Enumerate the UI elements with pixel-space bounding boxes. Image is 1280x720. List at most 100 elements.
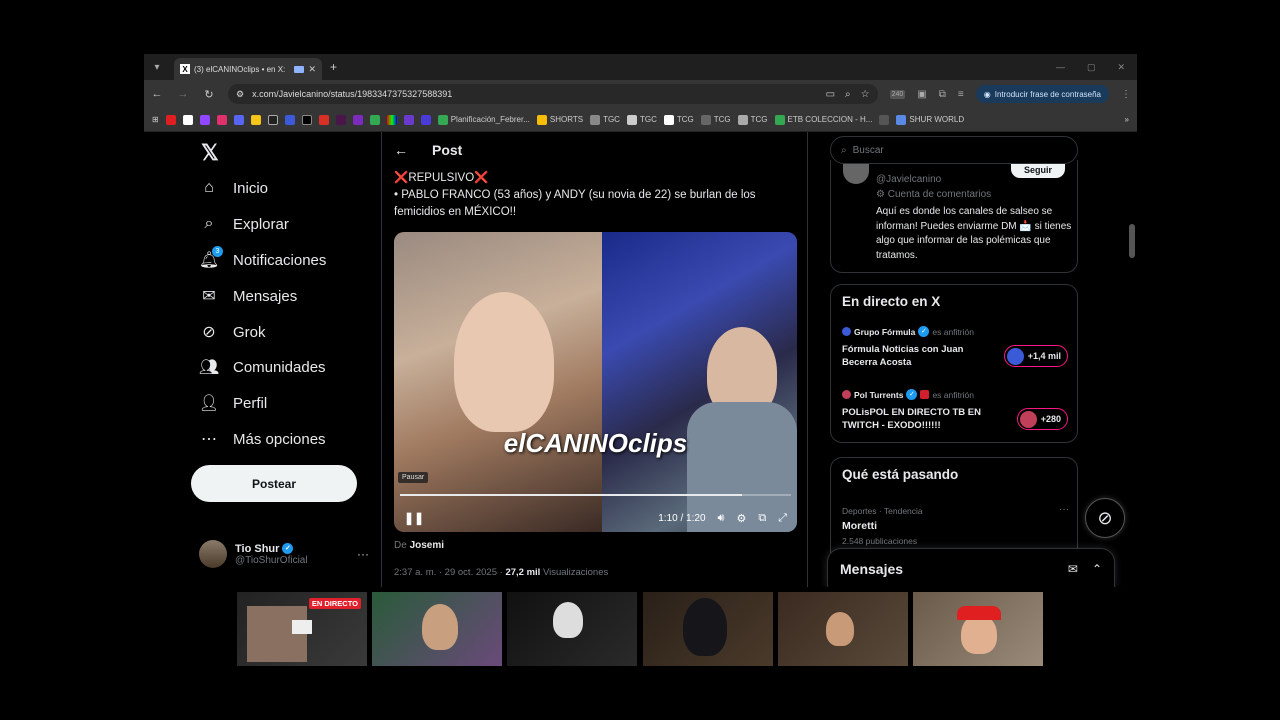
- fullscreen-icon[interactable]: ⤢: [778, 512, 787, 525]
- video-player[interactable]: elCANINOclips Pausar ❚❚ 1:10 / 1:20 🔊︎ ⚙…: [394, 232, 797, 532]
- video-progress[interactable]: [400, 494, 791, 496]
- bookmark-black-icon[interactable]: [301, 114, 312, 125]
- close-window-icon[interactable]: ✕: [1117, 62, 1125, 73]
- nav-communities[interactable]: 👥︎ Comunidades: [199, 357, 326, 377]
- live-listeners-pill[interactable]: +1,4 mil: [1003, 345, 1068, 367]
- tab-close-icon[interactable]: ✕: [308, 64, 316, 75]
- slack-icon[interactable]: [335, 114, 346, 125]
- password-button[interactable]: ◉ Introducir frase de contraseña: [975, 85, 1109, 103]
- bookmark-blue-icon[interactable]: [284, 114, 295, 125]
- browser-menu-icon[interactable]: ⋮: [1121, 89, 1131, 100]
- x-favicon-icon: X: [180, 64, 190, 74]
- nav-more[interactable]: ⋯ Más opciones: [199, 429, 326, 449]
- nav-communities-label: Comunidades: [233, 358, 326, 376]
- settings-icon[interactable]: ⚙: [736, 512, 746, 525]
- maximize-icon[interactable]: ▢: [1087, 62, 1096, 73]
- x-bookmark-icon[interactable]: [182, 114, 193, 125]
- bookmark-violet-icon[interactable]: [403, 114, 414, 125]
- bookmark-5[interactable]: TCG: [700, 114, 731, 125]
- nav-notifications[interactable]: 🔔︎ 3 Notificaciones: [199, 246, 326, 270]
- nav-messages[interactable]: ✉ Mensajes: [199, 286, 297, 306]
- bookmarks-overflow-icon[interactable]: »: [1125, 115, 1129, 124]
- url-text: x.com/Javielcanino/status/19833473753275…: [252, 89, 453, 99]
- download-count-icon[interactable]: 240: [889, 89, 906, 99]
- nav-profile[interactable]: 👤︎ Perfil: [199, 393, 267, 413]
- live-listeners-pill[interactable]: +280: [1016, 408, 1068, 430]
- kick-icon[interactable]: [233, 114, 244, 125]
- trend-name[interactable]: Moretti: [842, 520, 877, 532]
- minimize-icon[interactable]: —: [1056, 62, 1065, 73]
- bookmark-6[interactable]: TCG: [737, 114, 768, 125]
- apps-icon[interactable]: ⊞: [152, 115, 159, 124]
- bookmark-0[interactable]: Planificación_Febrer...: [437, 114, 530, 125]
- bookmark-indigo-icon[interactable]: [420, 114, 431, 125]
- post-timestamp[interactable]: 2:37 a. m. · 29 oct. 2025 ·: [394, 567, 503, 578]
- bookmark-7[interactable]: ETB COLECCION - H...: [774, 114, 872, 125]
- back-arrow-icon[interactable]: ←: [394, 142, 408, 158]
- browser-window: ▾ X (3) elCANINOclips • en X: ✕ + — ▢ ✕ …: [144, 54, 1137, 587]
- live-card-title: En directo en X: [842, 294, 941, 309]
- nav-grok[interactable]: ⊘ Grok: [199, 322, 265, 342]
- bookmark-1-icon: [536, 114, 547, 125]
- extension-icon[interactable]: ▣: [917, 89, 926, 100]
- url-bar[interactable]: ⚙ x.com/Javielcanino/status/198334737532…: [228, 84, 878, 104]
- pause-icon[interactable]: ❚❚: [404, 511, 424, 525]
- live-item[interactable]: Grupo Fórmula ✓ es anfitrión Fórmula Notic…: [842, 326, 1068, 369]
- instagram-icon[interactable]: [216, 114, 227, 125]
- bookmark-1[interactable]: SHORTS: [536, 114, 583, 125]
- sheets-icon[interactable]: [369, 114, 380, 125]
- browser-tab[interactable]: X (3) elCANINOclips • en X: ✕: [174, 58, 322, 80]
- reload-icon[interactable]: ↻: [202, 88, 216, 101]
- trend-more-icon[interactable]: ···: [1059, 504, 1069, 515]
- grok-fab-icon[interactable]: ⊘: [1085, 498, 1125, 538]
- bookmark-6-label: TCG: [750, 115, 768, 124]
- live-item[interactable]: Pol Turrents ✓ es anfitrión POLisPOL EN DI…: [842, 389, 1068, 432]
- video-time: 1:10 / 1:20: [658, 512, 706, 524]
- bookmark-3[interactable]: TGC: [626, 114, 657, 125]
- bookmark-red-icon[interactable]: [318, 114, 329, 125]
- new-tab-button[interactable]: +: [330, 60, 337, 74]
- puzzle-icon[interactable]: ⧉: [939, 89, 946, 100]
- youtube-icon[interactable]: [165, 114, 176, 125]
- profile-card-handle[interactable]: @Javielcanino: [876, 174, 941, 185]
- author-name[interactable]: Josemi: [410, 540, 444, 551]
- bookmark-yellow-icon[interactable]: [250, 114, 261, 125]
- forward-icon[interactable]: →: [176, 88, 190, 100]
- bookmark-8[interactable]: SHUR WORLD: [896, 114, 964, 125]
- nav-home[interactable]: ⌂ Inicio: [199, 178, 268, 198]
- tab-search-icon[interactable]: ▾: [148, 58, 166, 76]
- tab-media-icon: [294, 65, 305, 73]
- bookmark-rainbow-icon[interactable]: [386, 114, 397, 125]
- post-button[interactable]: Postear: [191, 465, 357, 502]
- bookmark-3-icon: [626, 114, 637, 125]
- site-info-icon[interactable]: ⚙: [236, 89, 244, 100]
- account-menu-icon[interactable]: ···: [357, 547, 369, 561]
- bookmark-star-icon[interactable]: ☆: [861, 89, 870, 100]
- bookmark-4[interactable]: TCG: [663, 114, 694, 125]
- x-logo-icon[interactable]: 𝕏: [201, 140, 219, 166]
- reading-list-icon[interactable]: ≡: [958, 89, 964, 100]
- bookmark-gray-icon[interactable]: [879, 114, 890, 125]
- bookmark-2[interactable]: TGC: [590, 114, 620, 125]
- page-scrollbar[interactable]: [1129, 224, 1135, 258]
- zoom-icon[interactable]: ⌕: [845, 89, 851, 100]
- follow-button[interactable]: Seguir: [1011, 164, 1065, 178]
- twitch-icon[interactable]: [199, 114, 210, 125]
- bookmark-purple-icon[interactable]: [352, 114, 363, 125]
- volume-icon[interactable]: 🔊︎: [718, 512, 725, 525]
- tiktok-icon[interactable]: [267, 114, 278, 125]
- account-switcher[interactable]: Tio Shur ✓ @TioShurOficial ···: [199, 540, 369, 568]
- x-page: 𝕏 ⌂ Inicio ⌕ Explorar 🔔︎ 3 Notificaciones ✉ M…: [144, 132, 1137, 587]
- profile-card: Seguir @Javielcanino ⚙ Cuenta de comenta…: [830, 160, 1078, 273]
- nav-explore[interactable]: ⌕ Explorar: [199, 214, 289, 234]
- picture-in-picture-icon[interactable]: ⧉: [758, 512, 766, 525]
- expand-up-icon[interactable]: ⌃: [1092, 562, 1102, 576]
- back-icon[interactable]: ←: [150, 88, 164, 100]
- search-input[interactable]: ⌕ Buscar: [830, 136, 1078, 164]
- new-message-icon[interactable]: ✉: [1068, 562, 1078, 576]
- cross-mark-icon: ❌: [474, 172, 489, 184]
- profile-card-bio: Aquí es donde los canales de salseo se i…: [876, 206, 1072, 261]
- messages-drawer[interactable]: Mensajes ✉ ⌃: [827, 548, 1115, 587]
- notification-badge: 3: [212, 246, 223, 257]
- cast-icon[interactable]: ▭: [826, 89, 835, 100]
